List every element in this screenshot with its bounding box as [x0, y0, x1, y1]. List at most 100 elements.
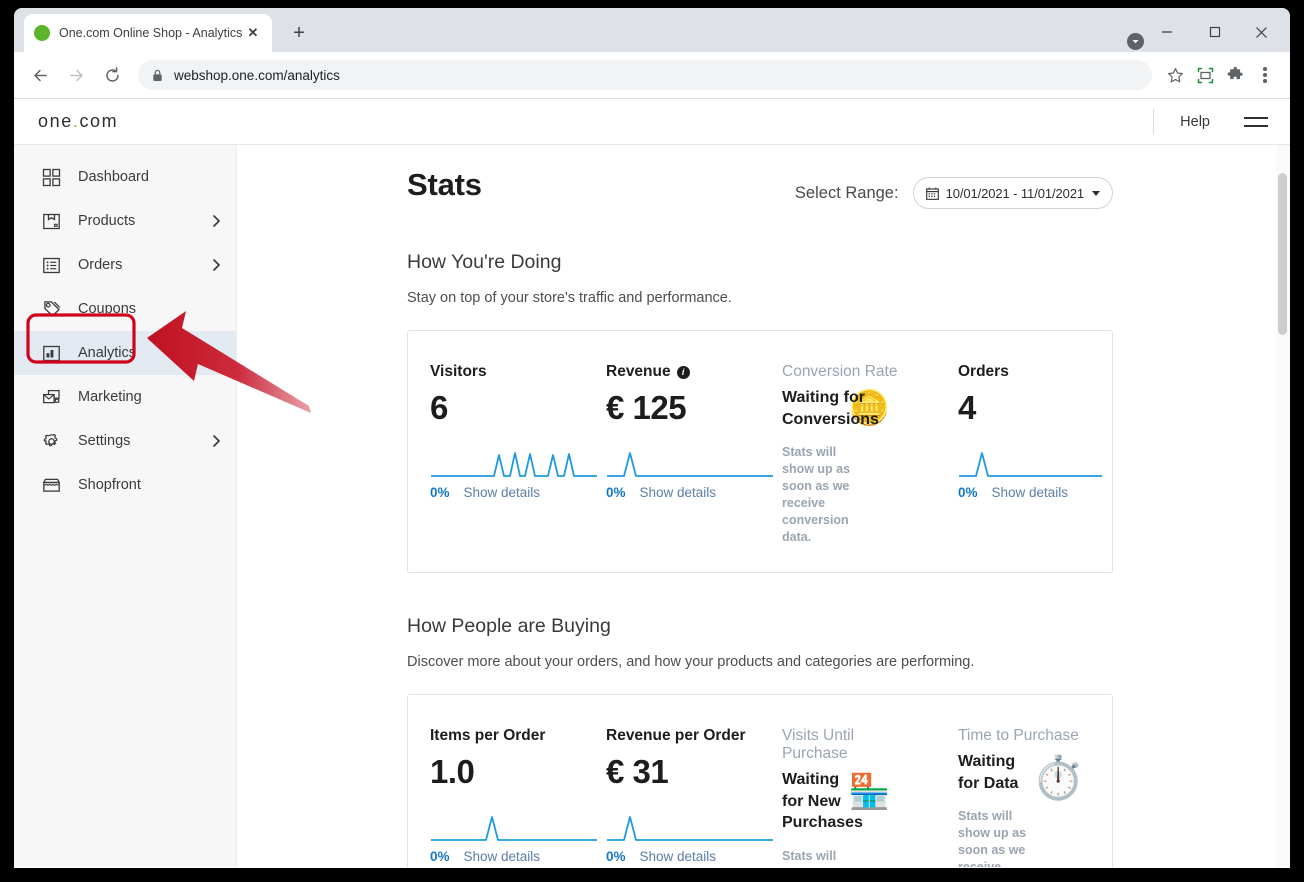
stat-waiting-text: Waiting for Data: [958, 751, 1040, 794]
main-content: Stats Select Range: 10/01/2021 - 11/01/2…: [237, 145, 1290, 867]
brand-suffix: com: [79, 111, 118, 131]
section-subtitle: Discover more about your orders, and how…: [407, 654, 1113, 670]
chevron-right-icon: [211, 258, 222, 272]
date-range-dropdown[interactable]: 10/01/2021 - 11/01/2021: [913, 177, 1113, 209]
url-text: webshop.one.com/analytics: [174, 68, 340, 83]
sidebar-item-label: Coupons: [78, 301, 136, 317]
range-label: Select Range:: [795, 184, 899, 203]
sparkline-chart: [606, 811, 750, 843]
stats-card: Items per Order 1.0 0% Show details: [407, 694, 1113, 867]
maximize-icon[interactable]: [1192, 17, 1238, 47]
sidebar-item-products[interactable]: Products: [14, 199, 236, 243]
lock-icon: [152, 69, 163, 82]
green-circle-favicon: [34, 25, 50, 41]
tag-icon: [40, 298, 62, 320]
stat-conversion-rate: Conversion Rate Waiting for Conversions …: [760, 363, 936, 546]
stat-value: € 31: [606, 753, 750, 791]
stats-card: Visitors 6 0% Show details: [407, 330, 1113, 573]
stats-header: Stats Select Range: 10/01/2021 - 11/01/2…: [407, 167, 1113, 209]
page-title: Stats: [407, 167, 482, 203]
stat-revenue: Revenue i € 125 0% Show details: [584, 363, 760, 546]
minimize-icon[interactable]: [1144, 17, 1190, 47]
sidebar-item-label: Dashboard: [78, 169, 149, 185]
stat-percent: 0%: [430, 849, 450, 864]
stat-percent: 0%: [606, 485, 626, 500]
sparkline-chart: [606, 447, 750, 479]
sidebar-item-settings[interactable]: Settings: [14, 419, 236, 463]
stat-footer: 0% Show details: [430, 849, 574, 864]
section-title: How People are Buying: [407, 615, 1113, 638]
stat-label: Revenue per Order: [606, 727, 750, 745]
tab-title: One.com Online Shop - Analytics: [59, 26, 244, 40]
stat-note: Stats will show up as soon as we receive…: [958, 808, 1036, 867]
browser-toolbar: webshop.one.com/analytics: [14, 52, 1290, 99]
browser-tab[interactable]: One.com Online Shop - Analytics ✕: [24, 14, 272, 52]
sidebar-item-dashboard[interactable]: Dashboard: [14, 155, 236, 199]
sidebar-item-label: Products: [78, 213, 135, 229]
puzzle-piece-icon[interactable]: [1220, 60, 1250, 90]
section-title: How You're Doing: [407, 251, 1113, 274]
hamburger-menu-icon[interactable]: [1236, 117, 1276, 127]
sidebar-item-label: Shopfront: [78, 477, 141, 493]
stat-revenue-per-order: Revenue per Order € 31 0% Show details: [584, 727, 760, 867]
section-how-people-are-buying: How People are Buying Discover more abou…: [407, 615, 1113, 867]
stat-label: Visits Until Purchase: [782, 727, 860, 763]
page-viewport: one.com Help Dashboard: [14, 99, 1290, 867]
stat-percent: 0%: [958, 485, 978, 500]
stat-label: Conversion Rate: [782, 363, 926, 381]
stat-orders: Orders 4 0% Show details: [936, 363, 1112, 546]
stat-note: Stats will show up as soon as we receive…: [782, 444, 860, 546]
date-range-picker: Select Range: 10/01/2021 - 11/01/2021: [795, 167, 1113, 209]
grid-icon: [40, 166, 62, 188]
show-details-link[interactable]: Show details: [464, 485, 541, 500]
sidebar-item-analytics[interactable]: Analytics: [14, 331, 236, 375]
stat-time-to-purchase: Time to Purchase Waiting for Data ⏱️ Sta…: [936, 727, 1112, 867]
stat-label: Time to Purchase: [958, 727, 1102, 745]
show-details-link[interactable]: Show details: [640, 849, 717, 864]
section-subtitle: Stay on top of your store's traffic and …: [407, 290, 1113, 306]
stat-items-per-order: Items per Order 1.0 0% Show details: [408, 727, 584, 867]
star-icon[interactable]: [1160, 60, 1190, 90]
scrollbar-thumb[interactable]: [1278, 173, 1287, 335]
stat-percent: 0%: [430, 485, 450, 500]
download-chevron-icon[interactable]: [1127, 33, 1144, 50]
close-icon[interactable]: [1238, 17, 1284, 47]
help-link[interactable]: Help: [1154, 114, 1236, 130]
sidebar-item-label: Orders: [78, 257, 122, 273]
show-details-link[interactable]: Show details: [992, 485, 1069, 500]
stat-percent: 0%: [606, 849, 626, 864]
show-details-link[interactable]: Show details: [464, 849, 541, 864]
stat-label: Items per Order: [430, 727, 574, 745]
chevron-right-icon: [211, 214, 222, 228]
section-how-youre-doing: How You're Doing Stay on top of your sto…: [407, 251, 1113, 573]
sidebar-item-marketing[interactable]: Marketing: [14, 375, 236, 419]
new-tab-button[interactable]: +: [286, 20, 312, 46]
sidebar-item-shopfront[interactable]: Shopfront: [14, 463, 236, 507]
stat-footer: 0% Show details: [606, 849, 750, 864]
info-icon[interactable]: i: [677, 366, 690, 379]
close-icon[interactable]: ✕: [244, 24, 262, 42]
address-bar[interactable]: webshop.one.com/analytics: [138, 60, 1152, 90]
main-split: Dashboard Products Orders: [14, 145, 1290, 867]
sidebar-item-coupons[interactable]: Coupons: [14, 287, 236, 331]
three-dot-menu-icon[interactable]: [1250, 60, 1280, 90]
stat-waiting-text: Waiting for Conversions: [782, 387, 868, 430]
one-com-logo[interactable]: one.com: [38, 111, 118, 132]
bar-chart-icon: [40, 342, 62, 364]
stat-note: Stats will show up as soon as we receive: [782, 848, 860, 867]
sidebar-item-orders[interactable]: Orders: [14, 243, 236, 287]
sidebar-item-label: Analytics: [78, 345, 136, 361]
box-icon: [40, 210, 62, 232]
storefront-icon: [40, 474, 62, 496]
app-header: one.com Help: [14, 99, 1290, 145]
page-scrollbar[interactable]: [1276, 145, 1290, 867]
date-range-value: 10/01/2021 - 11/01/2021: [946, 186, 1084, 201]
sparkline-chart: [430, 811, 574, 843]
stat-visitors: Visitors 6 0% Show details: [408, 363, 584, 546]
screen-capture-icon[interactable]: [1190, 60, 1220, 90]
back-arrow-icon[interactable]: [24, 59, 56, 91]
reload-icon[interactable]: [96, 59, 128, 91]
show-details-link[interactable]: Show details: [640, 485, 717, 500]
stat-value: 4: [958, 389, 1102, 427]
calendar-icon: [926, 187, 939, 200]
